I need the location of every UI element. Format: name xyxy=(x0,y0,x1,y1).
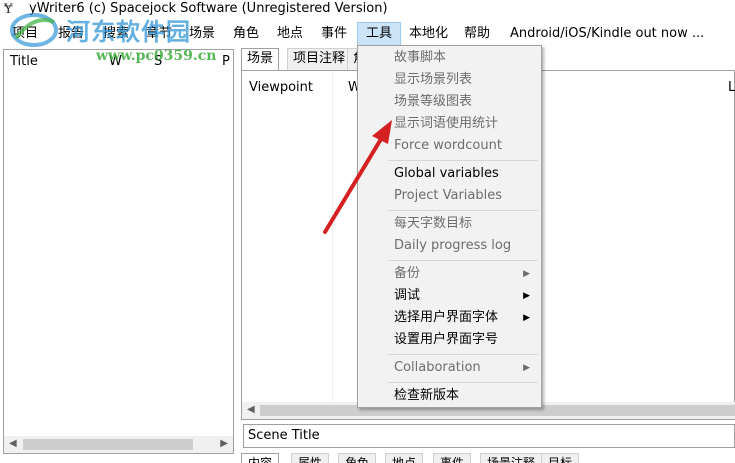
menu-item-story-script[interactable]: 故事脚本 xyxy=(359,47,540,69)
submenu-arrow-icon: ▶ xyxy=(523,269,530,279)
scroll-thumb[interactable] xyxy=(23,439,193,450)
scene-detail-tabs: 内容 属性 角色 地点 事件 场景注释 目标 xyxy=(241,451,735,463)
tab-scenes[interactable]: 场景 xyxy=(241,48,280,71)
column-l[interactable]: L xyxy=(728,80,735,95)
tab-scene-locations[interactable]: 地点 xyxy=(385,453,424,463)
menu-item-debug[interactable]: 调试 ▶ xyxy=(359,285,540,307)
column-divider xyxy=(332,71,333,401)
tab-content[interactable]: 内容 xyxy=(241,453,280,463)
menu-item-backup-label: 备份 xyxy=(394,266,421,281)
menu-item-show-scene-list[interactable]: 显示场景列表 xyxy=(359,69,540,91)
menu-separator xyxy=(388,382,538,383)
chapter-list-hscrollbar[interactable]: ◀ ▶ xyxy=(4,436,233,453)
tab-properties[interactable]: 属性 xyxy=(291,453,330,463)
menu-item-debug-label: 调试 xyxy=(394,288,421,303)
menu-item-backup[interactable]: 备份 ▶ xyxy=(359,263,540,285)
ywriter-logo-icon: Ɏ xyxy=(4,2,13,17)
menu-item-check-new-version[interactable]: 检查新版本 xyxy=(359,385,540,407)
tab-scene-events[interactable]: 事件 xyxy=(433,453,472,463)
menu-location[interactable]: 地点 xyxy=(277,22,303,46)
menu-character[interactable]: 角色 xyxy=(233,22,259,46)
menu-item-collaboration-label: Collaboration xyxy=(394,360,481,375)
menu-item-daily-progress-log[interactable]: Daily progress log xyxy=(359,235,540,257)
menu-separator xyxy=(388,354,538,355)
submenu-arrow-icon: ▶ xyxy=(523,291,530,301)
menu-tools[interactable]: 工具 xyxy=(357,22,401,46)
column-words[interactable]: W xyxy=(109,54,122,69)
column-title[interactable]: Title xyxy=(10,54,38,69)
menu-separator xyxy=(388,260,538,261)
chapter-list-header: Title W S P xyxy=(4,50,233,74)
scroll-left-icon[interactable]: ◀ xyxy=(9,438,17,449)
scene-title-field[interactable]: Scene Title xyxy=(243,424,735,448)
scroll-left-icon[interactable]: ◀ xyxy=(247,404,255,415)
chapter-list[interactable]: Title W S P ◀ ▶ xyxy=(3,49,234,454)
menu-bar: 项目 报告 搜索 章节 场景 角色 地点 事件 工具 本地化 帮助 Androi… xyxy=(0,22,735,46)
tab-scene-notes[interactable]: 场景注释 xyxy=(480,453,543,463)
menu-item-scene-rating-chart[interactable]: 场景等级图表 xyxy=(359,91,540,113)
menu-item-choose-ui-font-label: 选择用户界面字体 xyxy=(394,310,499,325)
menu-scene[interactable]: 场景 xyxy=(189,22,215,46)
menu-item-collaboration[interactable]: Collaboration ▶ xyxy=(359,357,540,379)
menu-localization[interactable]: 本地化 xyxy=(409,22,448,46)
menu-item-set-ui-font-size[interactable]: 设置用户界面字号 xyxy=(359,329,540,351)
menu-item-force-wordcount[interactable]: Force wordcount xyxy=(359,135,540,157)
tab-goals[interactable]: 目标 xyxy=(541,453,580,463)
menu-item-project-variables[interactable]: Project Variables xyxy=(359,185,540,207)
tab-project-notes[interactable]: 项目注释 xyxy=(287,48,352,70)
menu-search[interactable]: 搜索 xyxy=(103,22,129,46)
title-bar: Ɏ yWriter6 (c) Spacejock Software (Unreg… xyxy=(0,0,735,20)
column-p[interactable]: P xyxy=(222,54,230,69)
menu-help[interactable]: 帮助 xyxy=(464,22,490,46)
window-title: yWriter6 (c) Spacejock Software (Unregis… xyxy=(29,1,388,16)
menu-item-daily-word-target[interactable]: 每天字数目标 xyxy=(359,213,540,235)
tools-dropdown-menu: 故事脚本 显示场景列表 场景等级图表 显示词语使用统计 Force wordco… xyxy=(357,45,542,408)
scroll-right-icon[interactable]: ▶ xyxy=(220,438,228,449)
menu-event[interactable]: 事件 xyxy=(321,22,347,46)
menu-report[interactable]: 报告 xyxy=(58,22,84,46)
menu-project[interactable]: 项目 xyxy=(12,22,38,46)
menu-item-word-usage-stats[interactable]: 显示词语使用统计 xyxy=(359,113,540,135)
column-scenes[interactable]: S xyxy=(154,54,162,69)
menu-android-promo[interactable]: Android/iOS/Kindle out now ... xyxy=(510,22,704,46)
submenu-arrow-icon: ▶ xyxy=(523,363,530,373)
menu-item-choose-ui-font[interactable]: 选择用户界面字体 ▶ xyxy=(359,307,540,329)
menu-chapter[interactable]: 章节 xyxy=(146,22,172,46)
menu-item-global-variables[interactable]: Global variables xyxy=(359,163,540,185)
menu-separator xyxy=(388,210,538,211)
submenu-arrow-icon: ▶ xyxy=(523,313,530,323)
menu-separator xyxy=(388,160,538,161)
column-viewpoint[interactable]: Viewpoint xyxy=(249,80,313,95)
tab-scene-characters[interactable]: 角色 xyxy=(338,453,377,463)
